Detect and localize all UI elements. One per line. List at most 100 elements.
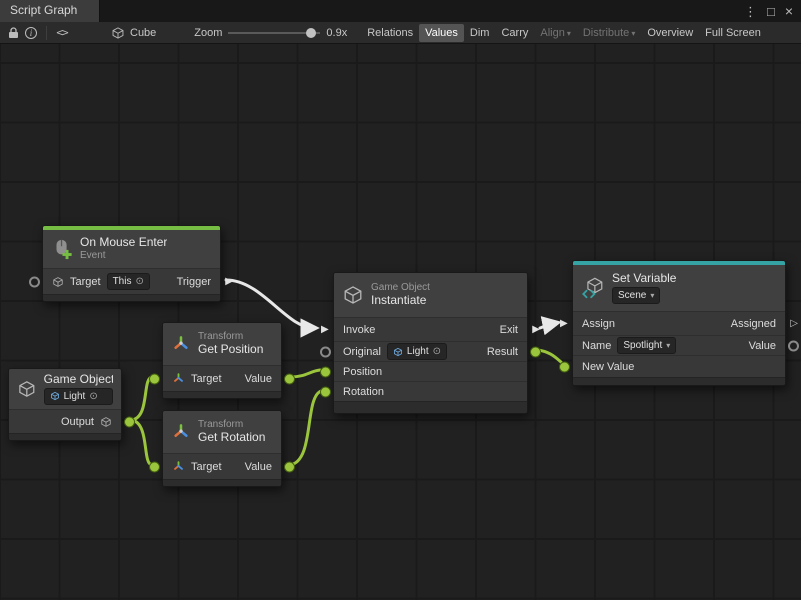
set-variable-icon [581,276,605,300]
result-port[interactable] [530,346,541,357]
dim-button[interactable]: Dim [464,24,496,42]
object-picker-icon[interactable]: ⊙ [433,345,441,358]
position-label: Position [343,366,382,378]
variable-name-dropdown[interactable]: Spotlight ▾ [617,337,676,354]
original-port[interactable] [320,346,331,357]
fullscreen-button[interactable]: Full Screen [699,24,767,42]
node-instantiate[interactable]: Game Object Instantiate ▶ Invoke Exit ▶ … [333,272,528,414]
result-label: Result [487,346,518,358]
target-label: Target [191,373,222,385]
value-port[interactable] [284,373,295,384]
target-label: Target [70,276,101,288]
cube-icon [111,26,125,40]
toolbar-separator [46,26,47,40]
value-port[interactable] [284,461,295,472]
relations-button[interactable]: Relations [361,24,419,42]
carry-button[interactable]: Carry [495,24,534,42]
assign-label: Assign [582,318,615,330]
node-title: Set Variable [612,272,676,286]
wire-trigger-to-invoke[interactable] [226,280,314,328]
wire-light-to-getrotation-target[interactable] [132,420,152,465]
node-light-gameobject[interactable]: Game Object Light ⊙ Output [8,368,122,441]
script-graph-window: Script Graph ⋮ □ × i <> Cube Zoom 0.9x [0,0,801,600]
value-label: Value [749,340,776,352]
cube-icon [17,379,37,399]
graph-context[interactable]: Cube [111,26,156,40]
light-object-field[interactable]: Light ⊙ [44,388,113,405]
assigned-flow-port[interactable]: ▷ [790,318,798,328]
maximize-icon[interactable]: □ [767,5,775,18]
context-label: Cube [130,27,156,39]
overview-button[interactable]: Overview [641,24,699,42]
wire-getrotation-to-rotation[interactable] [290,391,321,465]
info-icon[interactable]: i [22,25,40,41]
name-label: Name [582,340,611,352]
exit-flow-port[interactable]: ▶ [532,324,540,334]
node-title: Game Object [44,373,113,387]
transform-mini-icon [172,460,185,473]
node-title: Get Rotation [198,431,265,445]
zoom-slider-handle[interactable] [306,28,316,38]
object-picker-icon[interactable]: ⊙ [89,390,97,403]
distribute-button[interactable]: Distribute▾ [577,24,641,42]
gameobject-mini-icon [100,416,112,428]
node-on-mouse-enter[interactable]: On Mouse Enter Event Target This ⊙ Trigg… [42,225,221,302]
invoke-flow-port[interactable]: ▶ [321,324,329,334]
gameobject-blue-cube-icon [393,347,403,357]
wire-light-to-getposition-target[interactable] [132,377,152,420]
output-port[interactable] [124,416,135,427]
node-subtitle: Event [80,250,167,262]
wire-result-to-new-value[interactable] [538,350,561,362]
output-label: Output [61,416,94,428]
wire-exit-to-assign[interactable] [540,323,556,328]
value-label: Value [245,373,272,385]
transform-icon [171,422,191,442]
position-port[interactable] [320,366,331,377]
chevron-down-icon: ▾ [650,289,654,302]
new-value-label: New Value [582,361,634,373]
align-button[interactable]: Align▾ [534,24,576,42]
target-port[interactable] [149,461,160,472]
node-title: On Mouse Enter [80,236,167,250]
window-menu-icon[interactable]: ⋮ [744,5,757,18]
rotation-port[interactable] [320,386,331,397]
cube-icon [342,284,364,306]
node-title: Get Position [198,343,263,357]
trigger-flow-port[interactable]: ▶ [225,276,233,286]
node-title: Instantiate [371,294,430,308]
chevron-down-icon: ▾ [631,29,635,38]
new-value-port[interactable] [559,361,570,372]
transform-icon [171,334,191,354]
object-picker-icon[interactable]: ⊙ [135,275,143,288]
value-label: Value [245,461,272,473]
lock-icon[interactable] [4,25,22,41]
tab-script-graph[interactable]: Script Graph [0,0,100,22]
transform-mini-icon [172,372,185,385]
edit-code-icon[interactable]: <> [53,25,71,41]
gameobject-mini-icon [52,276,64,288]
node-get-rotation[interactable]: Transform Get Rotation Target Value [162,410,282,487]
variable-scope-dropdown[interactable]: Scene ▾ [612,287,660,304]
exit-label: Exit [500,324,518,336]
assigned-label: Assigned [731,318,776,330]
zoom-value: 0.9x [326,27,347,39]
gameobject-blue-cube-icon [50,391,60,401]
chevron-down-icon: ▾ [567,29,571,38]
target-object-field[interactable]: This ⊙ [107,273,150,290]
chevron-down-icon: ▾ [666,339,670,352]
node-set-variable[interactable]: Set Variable Scene ▾ ▶ Assign Assigned ▷… [572,260,786,386]
zoom-label: Zoom [194,27,222,39]
self-port[interactable] [29,276,40,287]
values-button[interactable]: Values [419,24,464,42]
graph-canvas[interactable]: On Mouse Enter Event Target This ⊙ Trigg… [0,44,801,600]
close-icon[interactable]: × [785,4,793,18]
original-label: Original [343,346,381,358]
trigger-label: Trigger [177,276,211,288]
target-port[interactable] [149,373,160,384]
node-get-position[interactable]: Transform Get Position Target Value [162,322,282,399]
value-port[interactable] [788,340,799,351]
zoom-slider[interactable] [228,26,320,40]
graph-toolbar: i <> Cube Zoom 0.9x Relations Values Dim… [0,22,801,44]
original-object-field[interactable]: Light ⊙ [387,343,447,360]
assign-flow-port[interactable]: ▶ [560,318,568,328]
